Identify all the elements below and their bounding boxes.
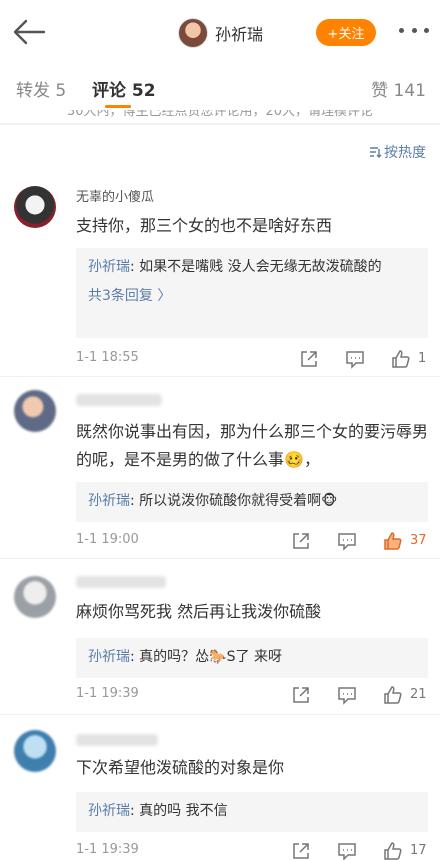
like-count: 17 [410, 843, 427, 858]
comment-meta: 1-1 19:00 37 [76, 530, 428, 552]
comment-text: 既然你说事出有因，那为什么那三个女的要污辱男的呢，是不是男的做了什么事🥴， [76, 418, 428, 474]
comment-divider [0, 376, 440, 377]
user-avatar[interactable] [14, 576, 56, 618]
reply-author[interactable]: 孙祈瑞 [88, 803, 130, 819]
user-avatar[interactable] [14, 390, 56, 432]
reply-author[interactable]: 孙祈瑞 [88, 649, 130, 665]
reply-item: 孙祈瑞: 如果不是嘴贱 没人会无缘无故泼硫酸的 [88, 254, 416, 280]
username[interactable]: 无辜的小傻瓜 [76, 186, 154, 205]
follow-button[interactable]: +关注 [316, 19, 376, 46]
reply-text: 真的吗 我不信 [139, 803, 228, 819]
comment-icon[interactable] [344, 348, 366, 370]
emoji-icon: 🥴 [284, 450, 304, 469]
user-avatar[interactable] [14, 186, 56, 228]
more-replies-link[interactable]: 共3条回复 〉 [88, 283, 416, 309]
author-avatar[interactable] [178, 18, 208, 48]
reply-author[interactable]: 孙祈瑞 [88, 259, 130, 275]
liked-icon[interactable] [382, 530, 404, 552]
sort-icon [370, 147, 382, 158]
tab-reposts[interactable]: 转发 5 [16, 76, 66, 101]
username-redacted [76, 394, 162, 406]
share-icon[interactable] [290, 840, 312, 860]
comment-date: 1-1 18:55 [76, 350, 139, 365]
comment-icon[interactable] [336, 530, 358, 552]
tab-bar: 转发 5 评论 52 赞 141 [0, 64, 440, 110]
author-name[interactable]: 孙祈瑞 [215, 21, 263, 45]
like-icon[interactable] [382, 840, 404, 860]
reply-item: 孙祈瑞: 真的吗？怂🐎S了 来呀 [88, 644, 416, 670]
comment-text: 下次希望他泼硫酸的对象是你 [76, 758, 285, 777]
tab-likes[interactable]: 赞 141 [371, 76, 426, 101]
share-icon[interactable] [290, 530, 312, 552]
like-count: 1 [418, 351, 427, 366]
sort-label: 按热度 [384, 145, 426, 161]
reply-text: 真的吗？怂 [139, 649, 210, 665]
comment-date: 1-1 19:39 [76, 686, 139, 701]
active-tab-indicator [105, 105, 131, 108]
section-divider [0, 123, 440, 125]
top-bar: 孙祈瑞 +关注 [0, 0, 440, 64]
reply-colon: : [130, 259, 140, 275]
reply-box[interactable]: 孙祈瑞: 真的吗 我不信 [76, 792, 428, 832]
like-count: 21 [410, 687, 427, 702]
comment-meta: 1-1 19:39 21 [76, 684, 428, 706]
reply-box[interactable]: 孙祈瑞: 所以说泼你硫酸你就得受着啊🐵 [76, 482, 428, 522]
comment-date: 1-1 19:39 [76, 842, 139, 857]
share-icon[interactable] [290, 684, 312, 706]
reply-item: 孙祈瑞: 真的吗 我不信 [88, 798, 416, 824]
emoji-icon: 🐎 [209, 649, 227, 665]
comment-divider [0, 558, 440, 559]
reply-item: 孙祈瑞: 所以说泼你硫酸你就得受着啊🐵 [88, 488, 416, 514]
sort-button[interactable]: 按热度 [368, 142, 426, 162]
like-icon[interactable] [390, 348, 412, 370]
comment-text: 支持你，那三个女的也不是啥好东西 [76, 216, 333, 235]
comment-date: 1-1 19:00 [76, 532, 139, 547]
user-avatar[interactable] [14, 730, 56, 772]
back-arrow-icon[interactable] [12, 18, 46, 46]
comment-icon[interactable] [336, 840, 358, 860]
username-redacted [76, 734, 158, 746]
reply-box[interactable]: 孙祈瑞: 如果不是嘴贱 没人会无缘无故泼硫酸的 共3条回复 〉 [76, 248, 428, 338]
reply-box[interactable]: 孙祈瑞: 真的吗？怂🐎S了 来呀 [76, 638, 428, 678]
reply-text: 所以说泼你硫酸你就得受着啊 [139, 493, 322, 509]
like-icon[interactable] [382, 684, 404, 706]
username-redacted [76, 576, 166, 588]
author-info[interactable]: 孙祈瑞 [178, 17, 263, 49]
tab-comments[interactable]: 评论 52 [92, 76, 156, 101]
reply-colon: : [130, 493, 140, 509]
comment-icon[interactable] [336, 684, 358, 706]
comment-text-body: 既然你说事出有因，那为什么那三个女的要污辱男的呢，是不是男的做了什么事 [76, 422, 429, 469]
reply-author[interactable]: 孙祈瑞 [88, 493, 130, 509]
comment-divider [0, 714, 440, 715]
comment-text-end: ， [303, 450, 320, 469]
reply-colon: : [130, 649, 140, 665]
reply-colon: : [130, 803, 140, 819]
comment-meta: 1-1 19:39 17 [76, 840, 428, 860]
more-icon[interactable] [399, 28, 429, 36]
comment-meta: 1-1 18:55 1 [76, 348, 428, 370]
reply-text-end: S了 来呀 [226, 649, 282, 665]
reply-text: 如果不是嘴贱 没人会无缘无故泼硫酸的 [139, 259, 382, 275]
comment-notice: 30大内，博主已经点赞您评论用，20大，请理模评论 [66, 110, 374, 119]
emoji-icon: 🐵 [321, 493, 338, 509]
comment-text: 麻烦你骂死我 然后再让我泼你硫酸 [76, 602, 322, 621]
share-icon[interactable] [298, 348, 320, 370]
like-count: 37 [410, 533, 427, 548]
